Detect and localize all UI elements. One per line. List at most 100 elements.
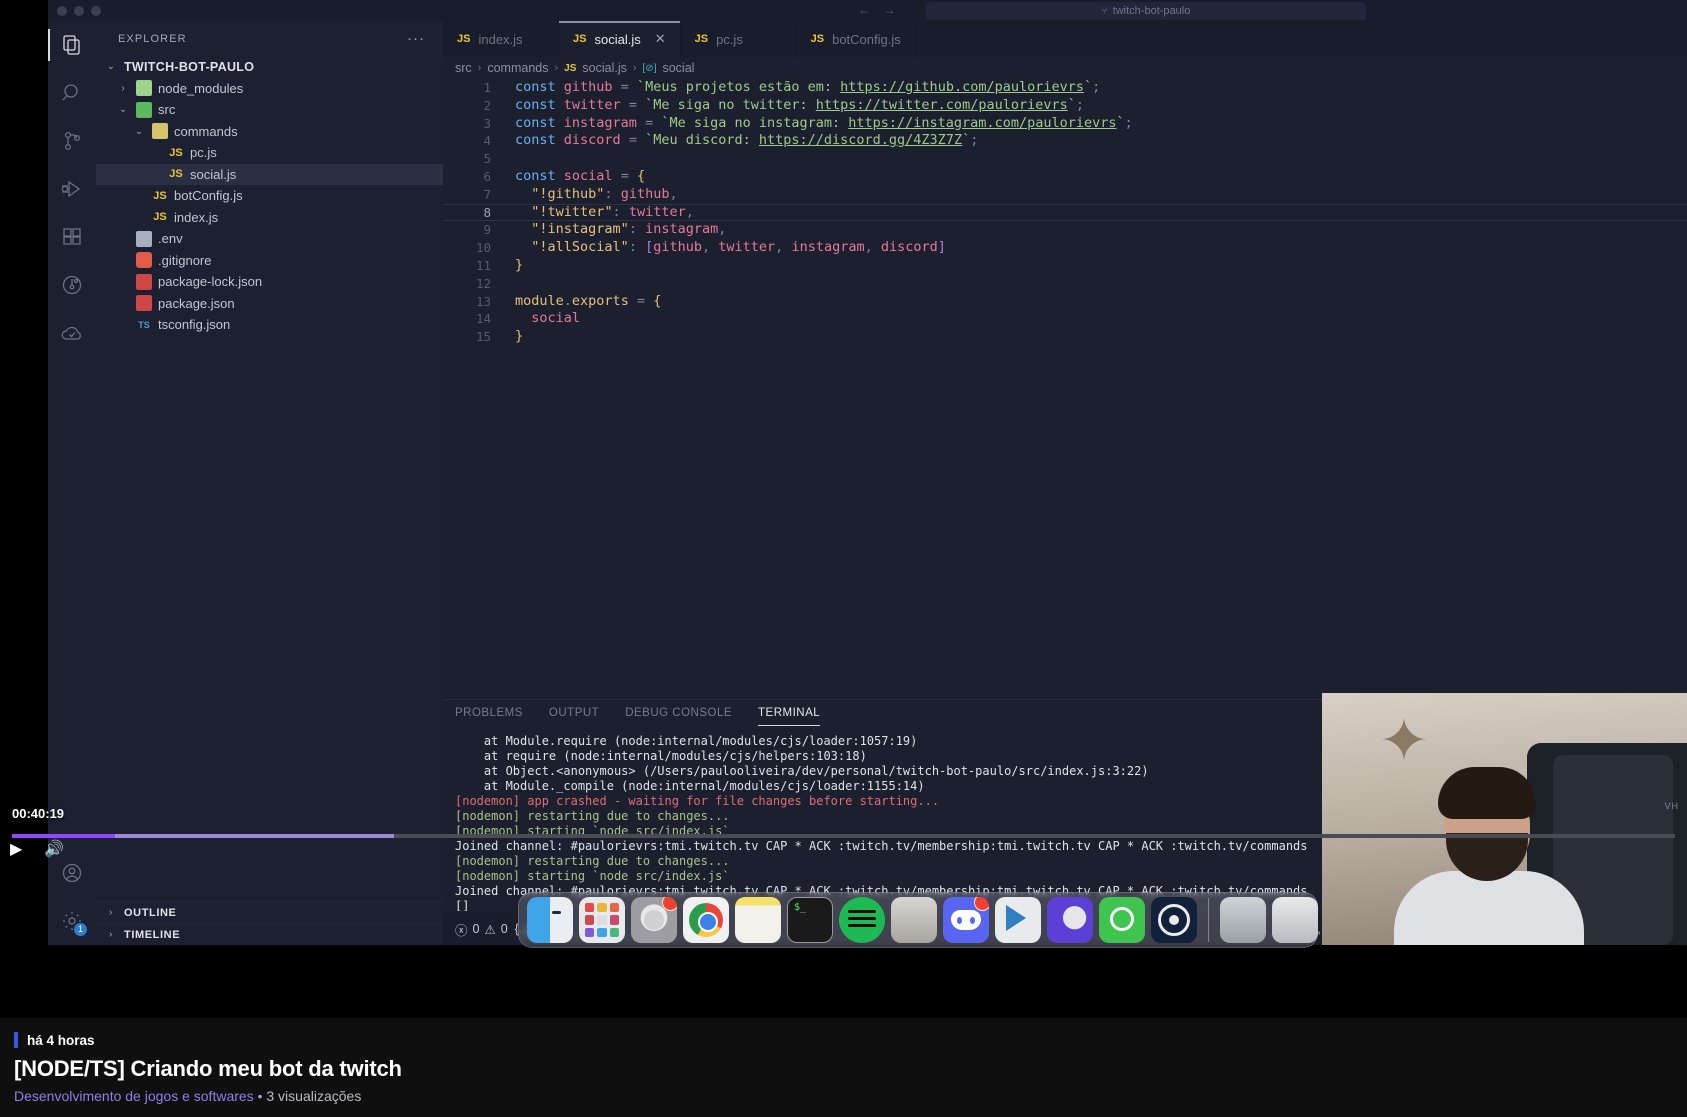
breadcrumb-item[interactable]: commands xyxy=(487,61,548,75)
code-line[interactable]: 8 "!twitter": twitter, xyxy=(443,204,1687,222)
volume-icon[interactable]: 🔊 xyxy=(44,842,64,858)
js-file-icon: JS xyxy=(169,168,183,181)
activity-source-control[interactable] xyxy=(48,117,96,165)
tree-item-commands[interactable]: ⌄ commands xyxy=(96,121,443,143)
editor-tab-pc-js[interactable]: JS pc.js xyxy=(680,21,797,57)
panel-tab-output[interactable]: OUTPUT xyxy=(549,707,599,723)
warning-triangle-icon: ⚠ xyxy=(484,922,496,937)
panel-tab-problems[interactable]: PROBLEMS xyxy=(455,707,523,723)
dock-icon-downloads-stack[interactable] xyxy=(1220,897,1266,943)
breadcrumb-item[interactable]: social.js xyxy=(582,61,626,75)
code-line[interactable]: 2 const twitter = `Me siga no twitter: ht… xyxy=(443,97,1687,115)
editor-tab-index-js[interactable]: JS index.js xyxy=(443,21,559,57)
chevron-down-icon[interactable]: ⌄ xyxy=(116,104,130,115)
code-line[interactable]: 3 const instagram = `Me siga no instagram… xyxy=(443,115,1687,133)
code-line[interactable]: 10 "!allSocial": [github, twitter, insta… xyxy=(443,239,1687,257)
code-token: const xyxy=(515,167,564,184)
dock-icon-spotify[interactable] xyxy=(839,897,885,943)
chevron-right-icon[interactable]: › xyxy=(104,907,118,918)
dock-icon-system-settings[interactable] xyxy=(631,897,677,943)
dock-icon-google-chrome[interactable] xyxy=(683,897,729,943)
code-line[interactable]: 14 social xyxy=(443,310,1687,328)
dock-icon-launchpad[interactable] xyxy=(579,897,625,943)
breadcrumb-separator: › xyxy=(477,62,482,74)
code-editor[interactable]: 1 const github = `Meus projetos estão em:… xyxy=(443,79,1687,699)
code-line[interactable]: 1 const github = `Meus projetos estão em:… xyxy=(443,79,1687,97)
activity-timeline[interactable] xyxy=(48,261,96,309)
dock-icon-obs-studio[interactable] xyxy=(1151,897,1197,943)
code-line[interactable]: 4 const discord = `Meu discord: https://d… xyxy=(443,132,1687,150)
player-timecode: 00:40:19 xyxy=(12,806,65,821)
dock-icon-finder[interactable] xyxy=(527,897,573,943)
file-tree[interactable]: ⌄ TWITCH-BOT-PAULO › node_modules ⌄ src ⌄ com… xyxy=(96,56,443,901)
tree-item-index-js[interactable]: JS index.js xyxy=(96,207,443,229)
activity-explorer[interactable] xyxy=(48,21,96,69)
dock-icon-visual-studio-code[interactable] xyxy=(995,897,1041,943)
player-controls[interactable]: ▶ 🔊 xyxy=(10,842,64,858)
activity-test-cloud[interactable] xyxy=(48,309,96,357)
panel-tab-terminal[interactable]: TERMINAL xyxy=(758,707,821,726)
close-tab-icon[interactable]: ✕ xyxy=(655,31,666,47)
code-line[interactable]: 9 "!instagram": instagram, xyxy=(443,221,1687,239)
tree-item-botconfig-js[interactable]: JS botConfig.js xyxy=(96,185,443,207)
chevron-down-icon[interactable]: ⌄ xyxy=(132,126,146,137)
explorer-sidebar: EXPLORER ··· ⌄ TWITCH-BOT-PAULO › node_mo… xyxy=(96,21,443,945)
dock-icon-trash[interactable] xyxy=(1272,897,1318,943)
chevron-right-icon[interactable]: › xyxy=(116,83,130,94)
video-player-stage[interactable]: ← → ⑂ twitch-bot-paulo 1 EXPLORER ··· ⌄ … xyxy=(0,0,1687,1018)
status-problems[interactable]: ⓧ 0 ⚠ 0 xyxy=(455,920,508,939)
chevron-down-icon[interactable]: ⌄ xyxy=(104,61,118,72)
section-timeline[interactable]: › TIMELINE xyxy=(96,923,443,945)
dock-icon-cat-app[interactable] xyxy=(891,897,937,943)
code-line[interactable]: 7 "!github": github, xyxy=(443,186,1687,204)
breadcrumb-item[interactable]: social xyxy=(662,61,694,75)
tree-item-package-lock-json[interactable]: package-lock.json xyxy=(96,271,443,293)
tree-root-folder[interactable]: ⌄ TWITCH-BOT-PAULO xyxy=(96,56,443,78)
close-window-button[interactable] xyxy=(57,5,67,16)
dock-icon-terminal[interactable] xyxy=(787,897,833,943)
editor-tab-bar[interactable]: JS index.js JS social.js ✕ JS pc.js JS botConfig… xyxy=(443,21,1687,57)
maximize-window-button[interactable] xyxy=(91,5,101,16)
js-file-icon: JS xyxy=(573,33,587,45)
tree-item-pc-js[interactable]: JS pc.js xyxy=(96,142,443,164)
code-line[interactable]: 15} xyxy=(443,328,1687,346)
tree-item-node_modules[interactable]: › node_modules xyxy=(96,78,443,100)
activity-search[interactable] xyxy=(48,69,96,117)
code-line[interactable]: 11} xyxy=(443,257,1687,275)
code-line[interactable]: 12 xyxy=(443,275,1687,293)
player-progress-bar[interactable] xyxy=(12,834,1675,838)
dock-icon-whatsapp[interactable] xyxy=(1099,897,1145,943)
macos-dock[interactable] xyxy=(518,892,1318,948)
activity-run-debug[interactable] xyxy=(48,165,96,213)
dock-icon-discord[interactable] xyxy=(943,897,989,943)
tree-item-tsconfig-json[interactable]: TS tsconfig.json xyxy=(96,314,443,336)
code-token: } xyxy=(515,328,524,345)
window-traffic-lights[interactable] xyxy=(57,5,101,16)
tree-item--gitignore[interactable]: .gitignore xyxy=(96,250,443,272)
dock-icon-notes[interactable] xyxy=(735,897,781,943)
code-line[interactable]: 5 xyxy=(443,150,1687,168)
activity-extensions[interactable] xyxy=(48,213,96,261)
chevron-right-icon[interactable]: › xyxy=(104,929,118,940)
breadcrumb[interactable]: src › commands › JS social.js › [⊘] social xyxy=(443,57,1687,79)
explorer-more-actions-icon[interactable]: ··· xyxy=(407,31,425,46)
dock-icon-mail-app[interactable] xyxy=(1047,897,1093,943)
tree-item-package-json[interactable]: package.json xyxy=(96,293,443,315)
minimize-window-button[interactable] xyxy=(74,5,84,16)
editor-tab-botConfig-js[interactable]: JS botConfig.js xyxy=(796,21,916,57)
section-outline[interactable]: › OUTLINE xyxy=(96,901,443,923)
code-line[interactable]: 6 const social = { xyxy=(443,168,1687,186)
tree-item-src[interactable]: ⌄ src xyxy=(96,99,443,121)
breadcrumb-item[interactable]: src xyxy=(455,61,472,75)
panel-tab-debug-console[interactable]: DEBUG CONSOLE xyxy=(625,707,732,723)
activity-manage-settings[interactable]: 1 xyxy=(48,897,96,945)
video-category-link[interactable]: Desenvolvimento de jogos e softwares xyxy=(14,1088,254,1104)
code-token: https://discord.gg/4Z3Z7Z xyxy=(758,132,963,149)
editor-tab-social-js[interactable]: JS social.js ✕ xyxy=(559,21,681,57)
command-center-search[interactable]: ⑂ twitch-bot-paulo xyxy=(926,2,1366,20)
play-icon[interactable]: ▶ xyxy=(10,842,22,858)
code-line[interactable]: 13 module.exports = { xyxy=(443,293,1687,311)
tree-item-social-js[interactable]: JS social.js xyxy=(96,163,443,185)
navigation-arrows[interactable]: ← → xyxy=(858,3,900,17)
tree-item--env[interactable]: .env xyxy=(96,228,443,250)
